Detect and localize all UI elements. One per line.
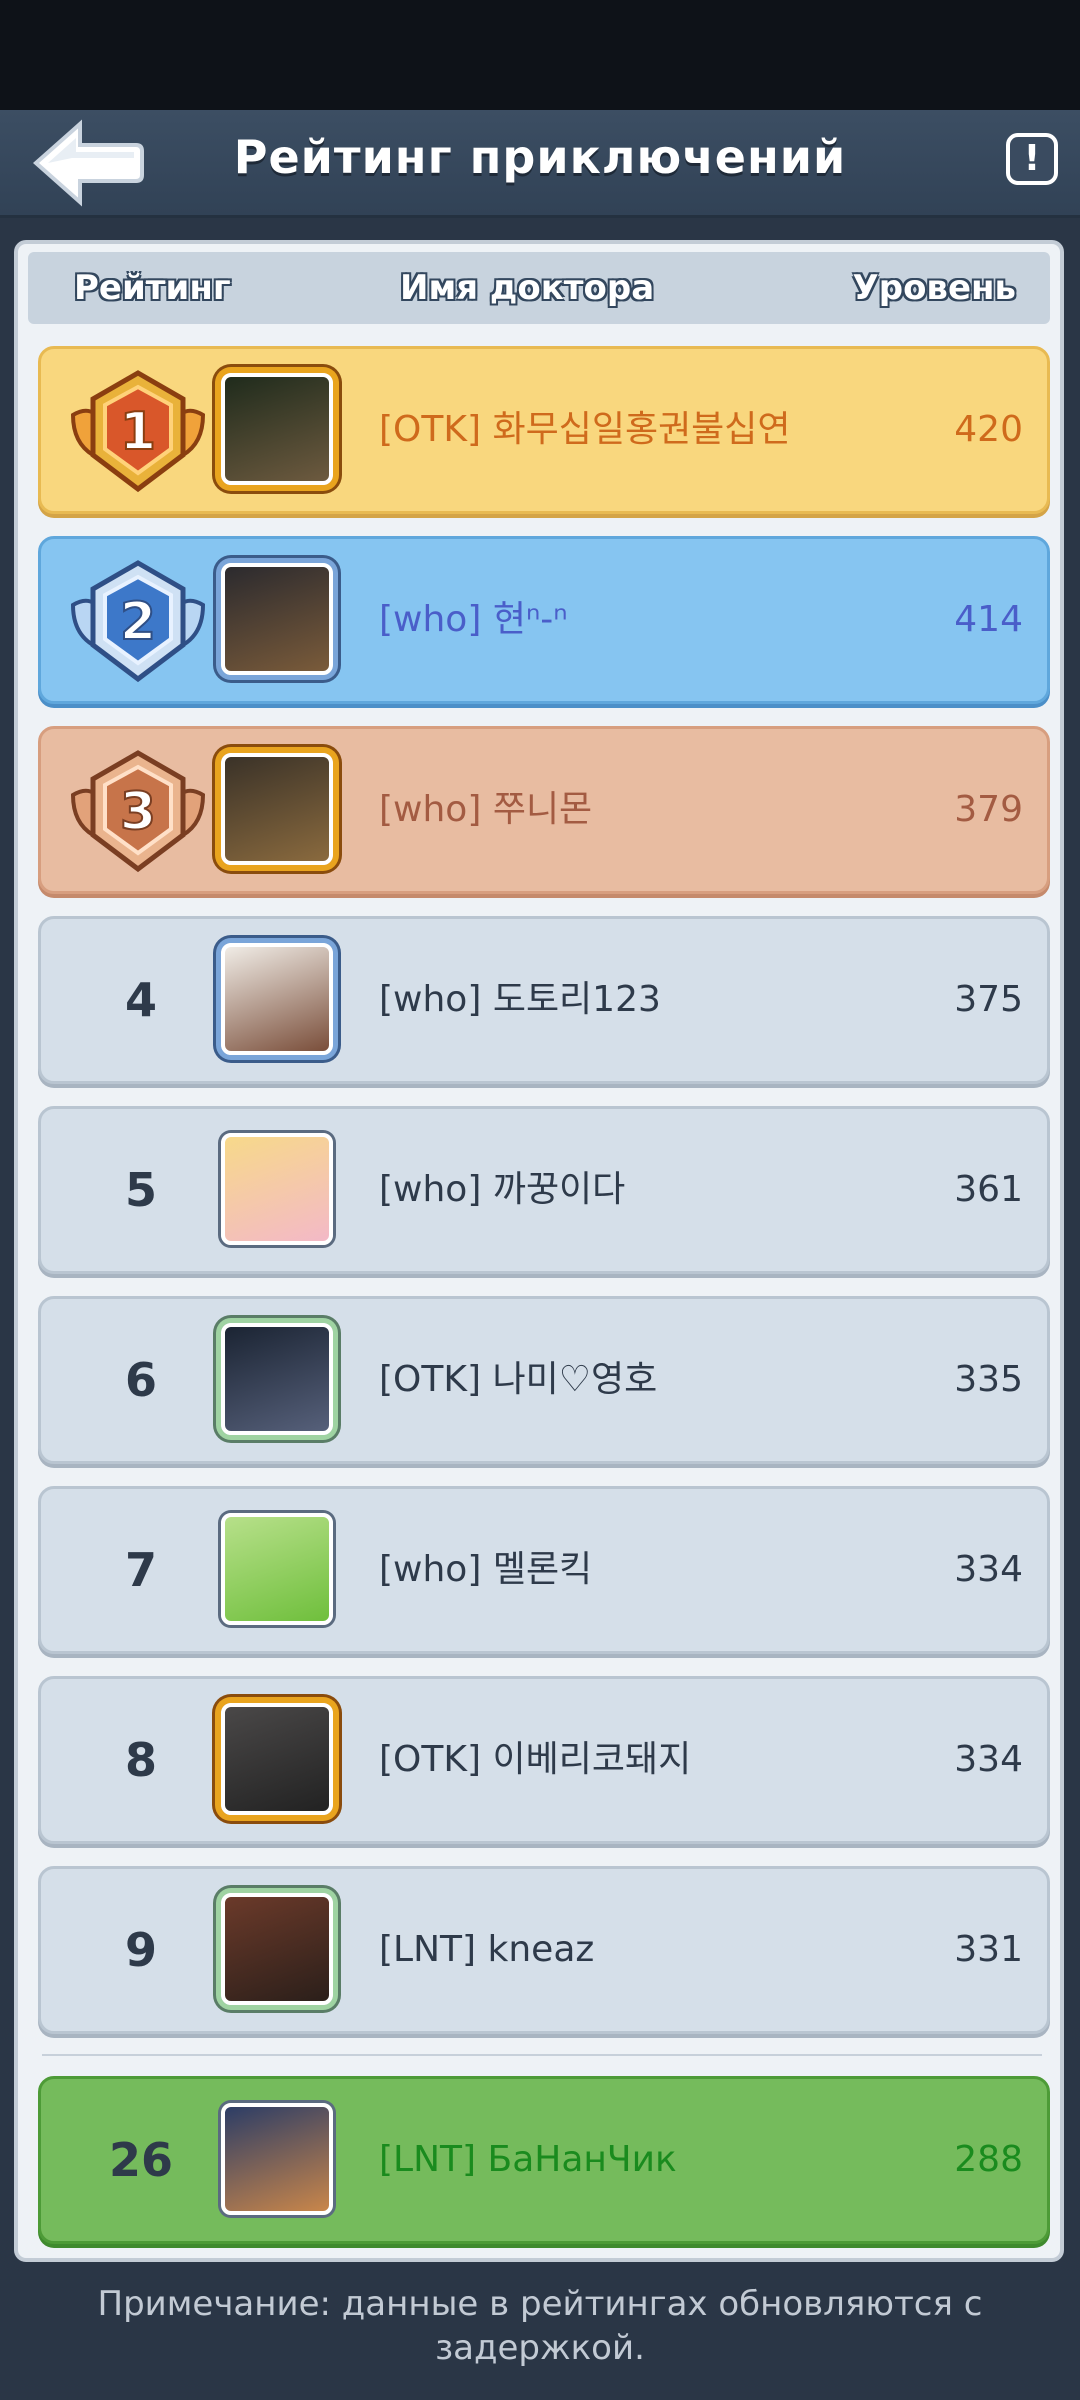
avatar[interactable] [221,753,333,865]
player-level: 331 [954,1929,1023,1970]
footer-note: Примечание: данные в рейтингах обновляют… [97,2284,983,2368]
rank-number: 5 [124,1163,157,1217]
leaderboard-row-1[interactable]: 1 [OTK] 화무십일홍권불십연 420 [38,346,1050,514]
avatar[interactable] [221,1703,333,1815]
player-level: 420 [954,409,1023,450]
player-level: 334 [954,1549,1023,1590]
leaderboard-row-2[interactable]: 2 [who] 현ⁿ-ⁿ 414 [38,536,1050,704]
rank-number: 4 [124,973,157,1027]
player-name: [LNT] БаНанЧик [379,2139,677,2180]
column-name-label: Имя доктора [400,268,655,308]
player-name: [OTK] 화무십일홍권불십연 [379,409,791,450]
status-bar [0,0,1080,110]
column-rating-label: Рейтинг [74,268,231,308]
leaderboard-row-4[interactable]: 4 [who] 도토리123 375 [38,916,1050,1084]
player-level: 375 [954,979,1023,1020]
leaderboard-panel: Рейтинг Имя доктора Уровень 1 [OTK] 화무십일… [14,240,1064,2262]
svg-text:1: 1 [120,402,156,462]
player-level: 414 [954,599,1023,640]
silver-medal-icon: 2 [70,560,206,683]
leaderboard-row-6[interactable]: 6 [OTK] 나미♡영호 335 [38,1296,1050,1464]
player-level: 379 [954,789,1023,830]
info-icon: ! [1023,138,1041,179]
leaderboard-row-8[interactable]: 8 [OTK] 이베리코돼지 334 [38,1676,1050,1844]
player-level: 288 [954,2139,1023,2180]
avatar[interactable] [221,1893,333,2005]
avatar[interactable] [221,373,333,485]
player-name: [OTK] 이베리코돼지 [379,1739,692,1780]
player-name: [LNT] kneaz [379,1929,595,1970]
player-level: 361 [954,1169,1023,1210]
player-name: [who] 까꿍이다 [379,1169,626,1210]
avatar[interactable] [221,943,333,1055]
bronze-medal-icon: 3 [70,750,206,873]
leaderboard-row-7[interactable]: 7 [who] 멜론킥 334 [38,1486,1050,1654]
avatar[interactable] [221,1323,333,1435]
rank-number: 26 [108,2133,173,2187]
player-level: 334 [954,1739,1023,1780]
player-name: [who] 도토리123 [379,979,661,1020]
player-name: [OTK] 나미♡영호 [379,1359,658,1400]
rank-number: 8 [124,1733,157,1787]
avatar[interactable] [221,1133,333,1245]
svg-text:3: 3 [120,782,156,842]
page-title: Рейтинг приключений [233,130,847,184]
avatar[interactable] [221,1513,333,1625]
player-name: [who] 현ⁿ-ⁿ [379,599,568,640]
avatar[interactable] [221,563,333,675]
leaderboard-row-5[interactable]: 5 [who] 까꿍이다 361 [38,1106,1050,1274]
gold-medal-icon: 1 [70,370,206,493]
my-ranking-row[interactable]: 26 [LNT] БаНанЧик 288 [38,2076,1050,2244]
player-name: [who] 멜론킥 [379,1549,593,1590]
avatar[interactable] [221,2103,333,2215]
info-button[interactable]: ! [1006,133,1058,185]
top-bar: Рейтинг приключений ! [0,110,1080,218]
leaderboard-row-9[interactable]: 9 [LNT] kneaz 331 [38,1866,1050,2034]
column-level-label: Уровень [852,268,1016,308]
rank-number: 6 [124,1353,157,1407]
rank-number: 7 [124,1543,157,1597]
svg-text:2: 2 [120,592,156,652]
leaderboard-row-3[interactable]: 3 [who] 쭈니몬 379 [38,726,1050,894]
player-name: [who] 쭈니몬 [379,789,593,830]
player-level: 335 [954,1359,1023,1400]
column-header: Рейтинг Имя доктора Уровень [28,252,1050,324]
divider [42,2054,1042,2056]
rank-number: 9 [124,1923,157,1977]
